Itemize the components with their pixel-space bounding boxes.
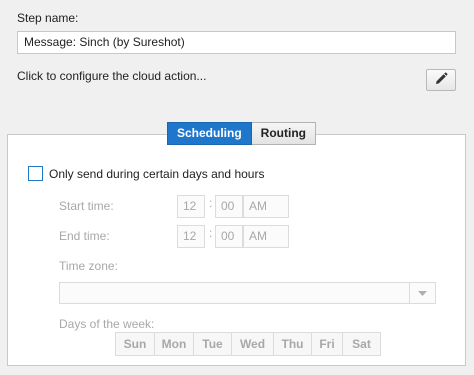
tab-bar: Scheduling Routing [167, 122, 316, 145]
end-minute-input[interactable]: 00 [215, 225, 243, 248]
time-zone-label: Time zone: [59, 259, 118, 273]
day-toggle-wed[interactable]: Wed [232, 333, 274, 355]
cloud-action-text[interactable]: Click to configure the cloud action... [17, 69, 206, 83]
time-zone-select[interactable] [59, 282, 436, 304]
days-of-week-label: Days of the week: [59, 317, 155, 331]
start-minute-input[interactable]: 00 [215, 195, 243, 218]
start-ampm-select[interactable]: AM [243, 195, 289, 218]
day-toggle-tue[interactable]: Tue [194, 333, 232, 355]
start-time-colon: : [209, 196, 213, 210]
day-toggle-sat[interactable]: Sat [343, 333, 380, 355]
end-time-colon: : [209, 226, 213, 240]
tab-scheduling[interactable]: Scheduling [167, 122, 252, 145]
end-time-label: End time: [59, 229, 110, 243]
step-name-label: Step name: [17, 11, 79, 25]
tab-routing[interactable]: Routing [251, 122, 316, 145]
schedule-checkbox-label[interactable]: Only send during certain days and hours [49, 167, 264, 181]
day-toggle-fri[interactable]: Fri [312, 333, 343, 355]
day-toggle-thu[interactable]: Thu [274, 333, 312, 355]
end-ampm-select[interactable]: AM [243, 225, 289, 248]
start-time-label: Start time: [59, 199, 114, 213]
start-hour-input[interactable]: 12 [177, 195, 205, 218]
schedule-checkbox[interactable] [28, 166, 43, 181]
days-of-week-toggle-group: Sun Mon Tue Wed Thu Fri Sat [115, 332, 381, 356]
day-toggle-mon[interactable]: Mon [155, 333, 194, 355]
step-name-input[interactable]: Message: Sinch (by Sureshot) [17, 31, 456, 54]
edit-cloud-action-button[interactable] [426, 69, 456, 91]
day-toggle-sun[interactable]: Sun [116, 333, 155, 355]
pencil-icon [434, 72, 448, 89]
end-hour-input[interactable]: 12 [177, 225, 205, 248]
schedule-checkbox-row: Only send during certain days and hours [28, 166, 264, 181]
chevron-down-icon[interactable] [409, 283, 435, 303]
